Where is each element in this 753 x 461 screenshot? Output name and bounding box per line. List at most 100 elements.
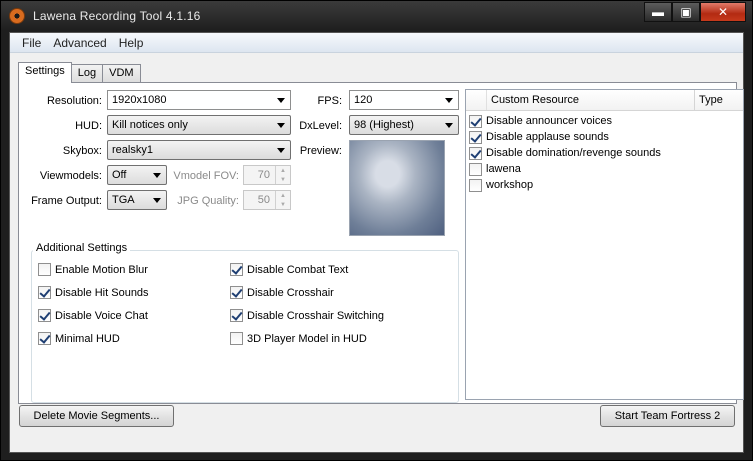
checkbox-label: Disable Hit Sounds	[55, 286, 149, 299]
menu-file[interactable]: File	[16, 36, 47, 50]
checkbox[interactable]	[469, 162, 482, 176]
additional-settings-title: Additional Settings	[33, 242, 131, 254]
dxlevel-select[interactable]: 98 (Highest)	[349, 115, 459, 135]
tab-log[interactable]: Log	[70, 64, 104, 83]
column-custom-resource[interactable]: Custom Resource	[487, 90, 695, 110]
chevron-down-icon	[277, 98, 285, 103]
jpg-quality-value: 50	[257, 194, 270, 206]
checkbox-label: Disable Crosshair Switching	[247, 309, 384, 322]
player-model-option[interactable]: 3D Player Model in HUD	[230, 332, 367, 345]
resolution-label: Resolution:	[46, 95, 102, 107]
spin-down-icon[interactable]: ▼	[276, 200, 290, 209]
frame-output-value: TGA	[112, 194, 135, 206]
jpg-quality-label: JPG Quality:	[177, 195, 239, 207]
checkbox[interactable]	[469, 146, 482, 160]
spin-up-icon[interactable]: ▲	[276, 166, 290, 175]
checkbox[interactable]	[38, 263, 51, 276]
skybox-preview-image	[349, 140, 445, 236]
start-tf2-button[interactable]: Start Team Fortress 2	[600, 405, 735, 427]
skybox-select[interactable]: realsky1	[107, 140, 291, 160]
fps-select[interactable]: 120	[349, 90, 459, 110]
resource-name: Disable domination/revenge sounds	[486, 147, 661, 159]
tab-vdm[interactable]: VDM	[102, 64, 141, 83]
table-row[interactable]: lawena	[466, 161, 743, 177]
column-type[interactable]: Type	[695, 90, 743, 110]
app-window: Lawena Recording Tool 4.1.16 ▬ ▣ ✕ File …	[0, 0, 753, 461]
checkbox[interactable]	[469, 130, 482, 144]
close-button[interactable]: ✕	[700, 2, 746, 22]
chevron-down-icon	[445, 123, 453, 128]
spin-up-icon[interactable]: ▲	[276, 191, 290, 200]
checkbox-label: 3D Player Model in HUD	[247, 332, 367, 345]
delete-movie-segments-button[interactable]: Delete Movie Segments...	[19, 405, 174, 427]
checkbox[interactable]	[230, 286, 243, 299]
viewmodels-label: Viewmodels:	[39, 170, 102, 182]
vmodel-fov-label: Vmodel FOV:	[173, 170, 239, 182]
minimal-hud-option[interactable]: Minimal HUD	[38, 332, 120, 345]
tab-strip: Settings Log VDM	[18, 62, 141, 83]
combat-text-option[interactable]: Disable Combat Text	[230, 263, 348, 276]
checkbox-label: Enable Motion Blur	[55, 263, 148, 276]
motion-blur-option[interactable]: Enable Motion Blur	[38, 263, 148, 276]
resource-name: Disable announcer voices	[486, 115, 612, 127]
table-row[interactable]: Disable announcer voices	[466, 113, 743, 129]
settings-panel: Resolution: 1920x1080 HUD: Kill notices …	[18, 82, 744, 404]
resolution-select[interactable]: 1920x1080	[107, 90, 291, 110]
viewmodels-select[interactable]: Off	[107, 165, 167, 185]
chevron-down-icon	[277, 123, 285, 128]
skybox-label: Skybox:	[62, 145, 102, 157]
title-bar[interactable]: Lawena Recording Tool 4.1.16 ▬ ▣ ✕	[1, 1, 752, 31]
checkbox[interactable]	[469, 178, 482, 192]
checkbox-label: Minimal HUD	[55, 332, 120, 345]
jpg-quality-spinner[interactable]: 50 ▲ ▼	[243, 190, 291, 210]
resolution-value: 1920x1080	[112, 94, 167, 106]
crosshair-switching-option[interactable]: Disable Crosshair Switching	[230, 309, 384, 322]
frame-output-label: Frame Output:	[31, 195, 102, 207]
preview-label: Preview:	[299, 145, 342, 157]
chevron-down-icon	[153, 173, 161, 178]
checkbox[interactable]	[38, 332, 51, 345]
voice-chat-option[interactable]: Disable Voice Chat	[38, 309, 148, 322]
checkbox[interactable]	[38, 309, 51, 322]
checkbox[interactable]	[230, 263, 243, 276]
table-row[interactable]: Disable domination/revenge sounds	[466, 145, 743, 161]
dxlevel-label: DxLevel:	[299, 120, 342, 132]
chevron-down-icon	[277, 148, 285, 153]
dxlevel-value: 98 (Highest)	[354, 119, 414, 131]
checkbox[interactable]	[230, 309, 243, 322]
skybox-value: realsky1	[112, 144, 153, 156]
menu-bar: File Advanced Help	[10, 33, 743, 53]
vmodel-fov-value: 70	[257, 169, 270, 181]
resource-name: lawena	[486, 163, 521, 175]
menu-help[interactable]: Help	[113, 36, 150, 50]
checkbox-label: Disable Crosshair	[247, 286, 334, 299]
vmodel-fov-spinner[interactable]: 70 ▲ ▼	[243, 165, 291, 185]
menu-advanced[interactable]: Advanced	[47, 36, 112, 50]
table-row[interactable]: Disable applause sounds	[466, 129, 743, 145]
tab-settings[interactable]: Settings	[18, 62, 72, 83]
chevron-down-icon	[445, 98, 453, 103]
checkbox[interactable]	[469, 114, 482, 128]
chevron-down-icon	[153, 198, 161, 203]
spin-down-icon[interactable]: ▼	[276, 175, 290, 184]
hit-sounds-option[interactable]: Disable Hit Sounds	[38, 286, 149, 299]
maximize-button[interactable]: ▣	[672, 2, 700, 22]
crosshair-option[interactable]: Disable Crosshair	[230, 286, 334, 299]
fps-value: 120	[354, 94, 373, 106]
frame-output-select[interactable]: TGA	[107, 190, 167, 210]
hud-select[interactable]: Kill notices only	[107, 115, 291, 135]
table-row[interactable]: workshop	[466, 177, 743, 193]
resource-name: workshop	[486, 179, 534, 191]
minimize-button[interactable]: ▬	[644, 2, 672, 22]
checkbox-label: Disable Voice Chat	[55, 309, 148, 322]
window-title: Lawena Recording Tool 4.1.16	[33, 9, 201, 23]
custom-resource-table: Custom Resource Type Disable announcer v…	[465, 89, 744, 400]
hud-value: Kill notices only	[112, 119, 188, 131]
fps-label: FPS:	[317, 95, 342, 107]
table-header: Custom Resource Type	[466, 90, 743, 111]
checkbox[interactable]	[230, 332, 243, 345]
table-header-check	[466, 90, 487, 110]
checkbox[interactable]	[38, 286, 51, 299]
resource-name: Disable applause sounds	[486, 131, 609, 143]
app-icon	[9, 8, 25, 24]
